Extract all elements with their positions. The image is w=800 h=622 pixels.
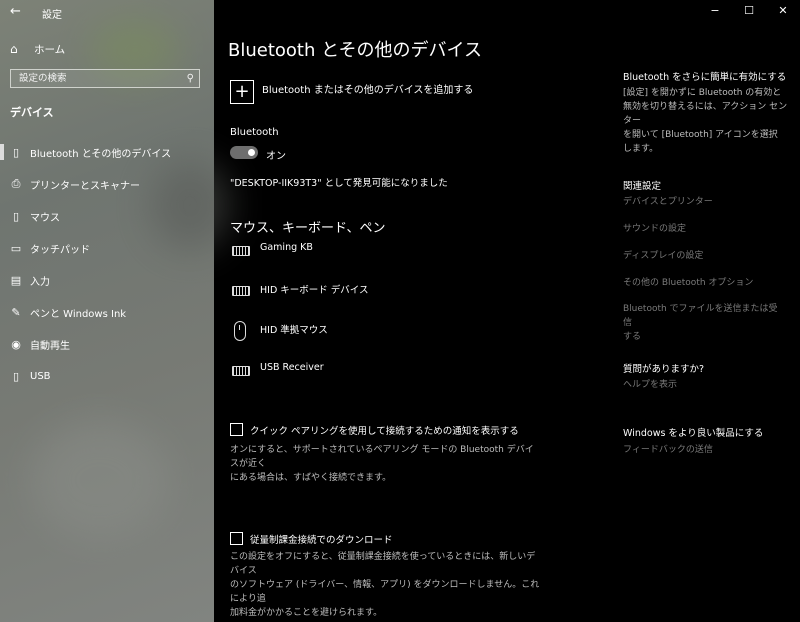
metered-download-label[interactable]: 従量制課金接続でのダウンロード bbox=[250, 532, 393, 546]
add-device-button[interactable]: + bbox=[230, 80, 254, 104]
touchpad-icon: ▭ bbox=[10, 241, 22, 255]
sidebar-item-touchpad[interactable]: ▭ タッチパッド bbox=[0, 232, 214, 264]
sidebar-item-pen[interactable]: ✎ ペンと Windows Ink bbox=[0, 296, 214, 328]
home-label: ホーム bbox=[34, 43, 66, 56]
sidebar-item-printers[interactable]: ⎙ プリンターとスキャナー bbox=[0, 168, 214, 200]
window-controls: − ☐ ✕ bbox=[698, 0, 800, 22]
question-heading: 質問がありますか? bbox=[623, 364, 705, 375]
metered-download-checkbox[interactable] bbox=[230, 532, 243, 545]
keyboard-icon bbox=[230, 361, 252, 383]
search-placeholder: 設定の検索 bbox=[19, 73, 67, 84]
related-link-more-bluetooth[interactable]: その他の Bluetooth オプション bbox=[623, 276, 783, 290]
sidebar-item-label: Bluetooth とその他のデバイス bbox=[30, 148, 172, 160]
device-item[interactable]: HID キーボード デバイス bbox=[230, 281, 369, 303]
desc-line: 加料金がかかることを避けられます。 bbox=[230, 608, 383, 618]
link-line: Bluetooth でファイルを送信または受信 bbox=[623, 304, 778, 328]
home-nav[interactable]: ⌂ ホーム bbox=[10, 40, 65, 58]
tip-line: 無効を切り替えるには、アクション センター bbox=[623, 102, 788, 126]
device-item[interactable]: Gaming KB bbox=[230, 241, 313, 263]
desc-line: のソフトウェア (ドライバー、情報、アプリ) をダウンロードしません。これにより… bbox=[230, 580, 540, 604]
sidebar-item-label: プリンターとスキャナー bbox=[30, 180, 140, 192]
maximize-button[interactable]: ☐ bbox=[732, 0, 766, 22]
discoverable-text: "DESKTOP-IIK93T3" として発見可能になりました bbox=[230, 178, 448, 189]
keyboard-icon bbox=[230, 241, 252, 263]
mouse-icon bbox=[230, 321, 252, 343]
sidebar-nav: ▯ Bluetooth とその他のデバイス ⎙ プリンターとスキャナー ▯ マウ… bbox=[0, 136, 214, 392]
pen-icon: ✎ bbox=[11, 305, 21, 319]
related-link-sound[interactable]: サウンドの設定 bbox=[623, 222, 783, 236]
related-link-send-files[interactable]: Bluetooth でファイルを送信または受信 する bbox=[623, 302, 783, 344]
swift-pair-checkbox[interactable] bbox=[230, 423, 243, 436]
sidebar-item-label: 自動再生 bbox=[30, 340, 70, 352]
devices-heading: マウス、キーボード、ペン bbox=[230, 221, 386, 236]
related-link-display[interactable]: ディスプレイの設定 bbox=[623, 249, 783, 263]
sidebar-item-label: マウス bbox=[30, 212, 60, 224]
sidebar-item-bluetooth[interactable]: ▯ Bluetooth とその他のデバイス bbox=[0, 136, 214, 168]
feedback-link[interactable]: フィードバックの送信 bbox=[623, 443, 783, 457]
sidebar-item-typing[interactable]: ▤ 入力 bbox=[0, 264, 214, 296]
background-blur bbox=[30, 420, 170, 540]
metered-description: この設定をオフにすると、従量制課金接続を使っているときには、新しいデバイス のソ… bbox=[230, 550, 540, 620]
sidebar-item-label: USB bbox=[30, 370, 51, 382]
autoplay-icon: ◉ bbox=[11, 337, 21, 351]
device-name: HID 準拠マウス bbox=[260, 325, 328, 336]
sidebar: ← 設定 ⌂ ホーム 設定の検索 ⚲ デバイス ▯ Bluetooth とその他… bbox=[0, 0, 230, 622]
title-bar: ← 設定 bbox=[0, 0, 214, 24]
tip-line: [設定] を開かずに Bluetooth の有効と bbox=[623, 88, 782, 98]
tip-text: [設定] を開かずに Bluetooth の有効と 無効を切り替えるには、アクシ… bbox=[623, 86, 788, 156]
desc-line: オンにすると、サポートされているペアリング モードの Bluetooth デバイ… bbox=[230, 445, 534, 469]
bluetooth-toggle[interactable] bbox=[230, 146, 258, 159]
sidebar-item-usb[interactable]: ▯ USB bbox=[0, 360, 214, 392]
search-icon[interactable]: ⚲ bbox=[187, 70, 194, 87]
add-device-label[interactable]: Bluetooth またはその他のデバイスを追加する bbox=[262, 81, 473, 96]
mouse-icon: ▯ bbox=[12, 209, 20, 223]
sidebar-item-label: 入力 bbox=[30, 276, 50, 288]
sidebar-item-label: タッチパッド bbox=[30, 244, 90, 256]
sidebar-item-autoplay[interactable]: ◉ 自動再生 bbox=[0, 328, 214, 360]
page-title: Bluetooth とその他のデバイス bbox=[228, 40, 483, 61]
tip-heading: Bluetooth をさらに簡単に有効にする bbox=[623, 72, 787, 83]
swift-pair-label[interactable]: クイック ペアリングを使用して接続するための通知を表示する bbox=[250, 423, 519, 437]
keyboard-icon: ▤ bbox=[10, 273, 22, 287]
link-line: する bbox=[623, 332, 642, 342]
back-arrow-icon[interactable]: ← bbox=[10, 4, 21, 19]
tip-line: します。 bbox=[623, 144, 659, 154]
bluetooth-devices-icon: ▯ bbox=[12, 145, 20, 159]
home-icon: ⌂ bbox=[10, 42, 18, 56]
sidebar-item-label: ペンと Windows Ink bbox=[30, 308, 127, 320]
toggle-knob bbox=[248, 149, 255, 156]
tip-line: を開いて [Bluetooth] アイコンを選択 bbox=[623, 130, 778, 140]
bluetooth-label: Bluetooth bbox=[230, 127, 279, 138]
minimize-button[interactable]: − bbox=[698, 0, 732, 22]
main-content: − ☐ ✕ Bluetooth とその他のデバイス + Bluetooth また… bbox=[214, 0, 800, 622]
plus-icon: + bbox=[234, 81, 250, 102]
device-name: Gaming KB bbox=[260, 242, 313, 253]
toggle-state-label: オン bbox=[266, 151, 286, 162]
device-name: USB Receiver bbox=[260, 362, 324, 373]
device-item[interactable]: USB Receiver bbox=[230, 361, 324, 383]
desc-line: にある場合は、すばやく接続できます。 bbox=[230, 473, 392, 483]
search-input[interactable]: 設定の検索 ⚲ bbox=[10, 69, 200, 88]
related-link-devices-printers[interactable]: デバイスとプリンター bbox=[623, 195, 783, 209]
sidebar-item-mouse[interactable]: ▯ マウス bbox=[0, 200, 214, 232]
printer-icon: ⎙ bbox=[11, 177, 21, 190]
device-item[interactable]: HID 準拠マウス bbox=[230, 321, 328, 343]
usb-icon: ▯ bbox=[12, 369, 20, 383]
swift-pair-description: オンにすると、サポートされているペアリング モードの Bluetooth デバイ… bbox=[230, 443, 540, 485]
related-heading: 関連設定 bbox=[623, 181, 662, 192]
section-title: デバイス bbox=[10, 106, 54, 119]
device-name: HID キーボード デバイス bbox=[260, 285, 369, 296]
keyboard-icon bbox=[230, 281, 252, 303]
desc-line: この設定をオフにすると、従量制課金接続を使っているときには、新しいデバイス bbox=[230, 552, 536, 576]
close-button[interactable]: ✕ bbox=[766, 0, 800, 22]
help-link[interactable]: ヘルプを表示 bbox=[623, 378, 783, 392]
app-title: 設定 bbox=[42, 10, 62, 21]
feedback-heading: Windows をより良い製品にする bbox=[623, 428, 764, 439]
